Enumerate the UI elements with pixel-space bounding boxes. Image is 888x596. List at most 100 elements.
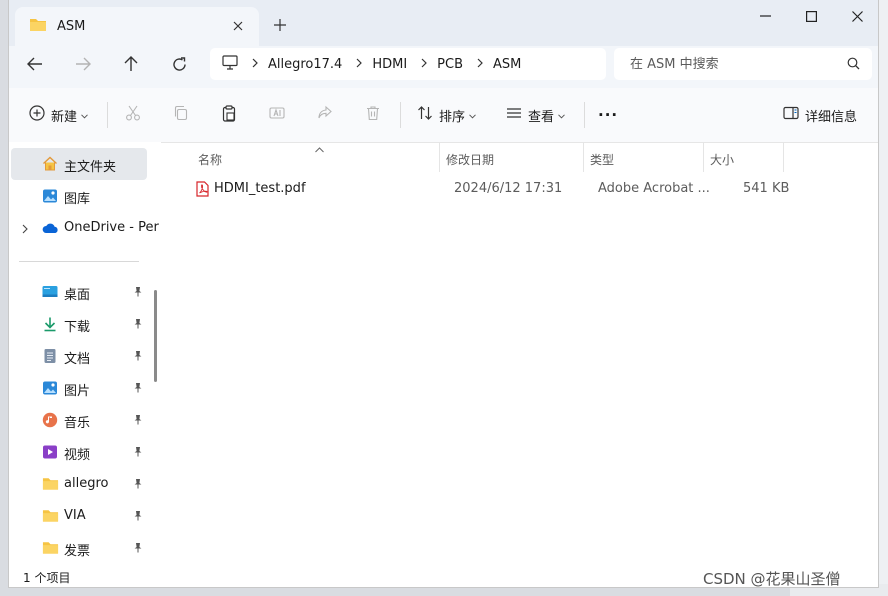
forward-button[interactable]	[67, 48, 99, 80]
divider	[107, 102, 108, 128]
folder-icon	[42, 476, 59, 492]
details-pane-icon	[783, 106, 799, 124]
divider	[19, 261, 139, 262]
sidebar-item-label: 主文件夹	[64, 160, 117, 175]
more-icon: ···	[598, 106, 619, 124]
address-bar[interactable]: Allegro17.4 HDMI PCB ASM	[210, 48, 606, 80]
minimize-button[interactable]	[742, 0, 788, 32]
item-count: 1 个项目	[23, 571, 71, 585]
breadcrumb-item[interactable]: ASM	[493, 57, 521, 72]
divider	[584, 102, 585, 128]
column-header-size[interactable]: 大小	[710, 147, 734, 171]
view-button[interactable]: 查看	[506, 100, 565, 130]
rename-button[interactable]	[269, 100, 285, 130]
up-button[interactable]	[115, 48, 147, 80]
tab-title: ASM	[57, 19, 86, 34]
sidebar-item-music[interactable]: 音乐	[9, 404, 147, 436]
sidebar-item-label: 桌面	[64, 288, 91, 303]
folder-icon	[42, 508, 59, 524]
sidebar-item-home[interactable]: 主文件夹	[11, 148, 147, 180]
sidebar-item-onedrive[interactable]: OneDrive - Per	[9, 212, 159, 244]
navigation-pane: 主文件夹 图库 OneDrive - Per 桌面 下载 文档 图片 音乐 视频…	[9, 142, 161, 562]
sidebar-item-videos[interactable]: 视频	[9, 436, 147, 468]
new-button[interactable]: 新建	[29, 100, 88, 130]
more-options-button[interactable]: ···	[598, 100, 618, 130]
sidebar-item-via[interactable]: VIA	[9, 500, 147, 532]
copy-button[interactable]	[173, 100, 189, 130]
pin-icon[interactable]	[133, 542, 143, 557]
chevron-right-icon	[477, 57, 483, 72]
delete-button[interactable]	[365, 100, 381, 130]
column-header-type[interactable]: 类型	[590, 147, 614, 171]
file-modified: 2024/6/12 17:31	[454, 181, 563, 196]
sort-button[interactable]: 排序	[417, 100, 476, 130]
search-box[interactable]	[614, 48, 872, 80]
onedrive-cloud-icon	[42, 220, 58, 236]
home-icon	[42, 156, 58, 172]
pin-icon[interactable]	[133, 478, 143, 493]
pin-icon[interactable]	[133, 286, 143, 301]
chevron-right-icon[interactable]	[22, 223, 28, 238]
share-button[interactable]	[317, 100, 333, 130]
rename-icon	[269, 105, 285, 125]
pin-icon[interactable]	[133, 510, 143, 525]
column-header-modified[interactable]: 修改日期	[446, 147, 494, 171]
sidebar-item-allegro[interactable]: allegro	[9, 468, 147, 500]
table-row[interactable]: HDMI_test.pdf 2024/6/12 17:31 Adobe Acro…	[185, 175, 789, 203]
sidebar-item-documents[interactable]: 文档	[9, 340, 147, 372]
paste-button[interactable]	[221, 100, 237, 130]
folder-icon	[42, 540, 59, 556]
chevron-right-icon	[252, 57, 258, 72]
share-icon	[317, 105, 333, 125]
search-icon[interactable]	[847, 57, 860, 74]
tab-asm[interactable]: ASM	[15, 7, 259, 46]
cut-button[interactable]	[125, 100, 141, 130]
back-button[interactable]	[19, 48, 51, 80]
sidebar-item-downloads[interactable]: 下载	[9, 308, 147, 340]
close-window-button[interactable]	[834, 0, 878, 32]
column-divider[interactable]	[703, 142, 704, 172]
new-tab-button[interactable]	[268, 13, 292, 37]
sidebar-item-desktop[interactable]: 桌面	[9, 276, 147, 308]
search-input[interactable]	[628, 55, 842, 73]
copy-icon	[173, 105, 189, 125]
sidebar-item-label: 图片	[64, 384, 91, 399]
sidebar-item-label: 发票	[64, 544, 91, 559]
pin-icon[interactable]	[133, 350, 143, 365]
computer-icon	[222, 54, 238, 74]
column-header-name[interactable]: 名称	[198, 147, 222, 171]
new-label: 新建	[51, 109, 78, 125]
divider	[400, 102, 401, 128]
breadcrumb-item[interactable]: PCB	[437, 57, 463, 72]
sidebar-scrollbar[interactable]	[154, 290, 157, 382]
file-name: HDMI_test.pdf	[214, 181, 306, 196]
column-divider[interactable]	[783, 142, 784, 172]
details-button[interactable]: 详细信息	[783, 100, 857, 130]
chevron-down-icon	[81, 108, 88, 123]
sidebar-item-label: 音乐	[64, 416, 91, 431]
column-divider[interactable]	[583, 142, 584, 172]
file-explorer-window: ASM Allegro17.4 HDMI PCB ASM 在 ASM 中搜索 新…	[8, 0, 879, 588]
plus-circle-icon	[29, 105, 45, 125]
pin-icon[interactable]	[133, 446, 143, 461]
sidebar-item-pictures[interactable]: 图片	[9, 372, 147, 404]
chevron-down-icon	[469, 108, 476, 123]
pin-icon[interactable]	[133, 318, 143, 333]
sidebar-item-label: 视频	[64, 448, 91, 463]
sidebar-item-gallery[interactable]: 图库	[9, 180, 147, 212]
maximize-button[interactable]	[788, 0, 834, 32]
refresh-button[interactable]	[163, 48, 195, 80]
document-icon	[42, 348, 58, 364]
folder-icon	[29, 17, 47, 36]
pin-icon[interactable]	[133, 414, 143, 429]
breadcrumb-item[interactable]: Allegro17.4	[268, 57, 342, 72]
column-divider[interactable]	[439, 142, 440, 172]
pin-icon[interactable]	[133, 382, 143, 397]
close-tab-icon[interactable]	[227, 15, 249, 37]
download-icon	[42, 316, 58, 332]
sidebar-item-label: 文档	[64, 352, 91, 367]
view-label: 查看	[528, 109, 555, 125]
breadcrumb-item[interactable]: HDMI	[372, 57, 407, 72]
list-view-icon	[506, 106, 522, 124]
sidebar-item-invoices[interactable]: 发票	[9, 532, 147, 564]
